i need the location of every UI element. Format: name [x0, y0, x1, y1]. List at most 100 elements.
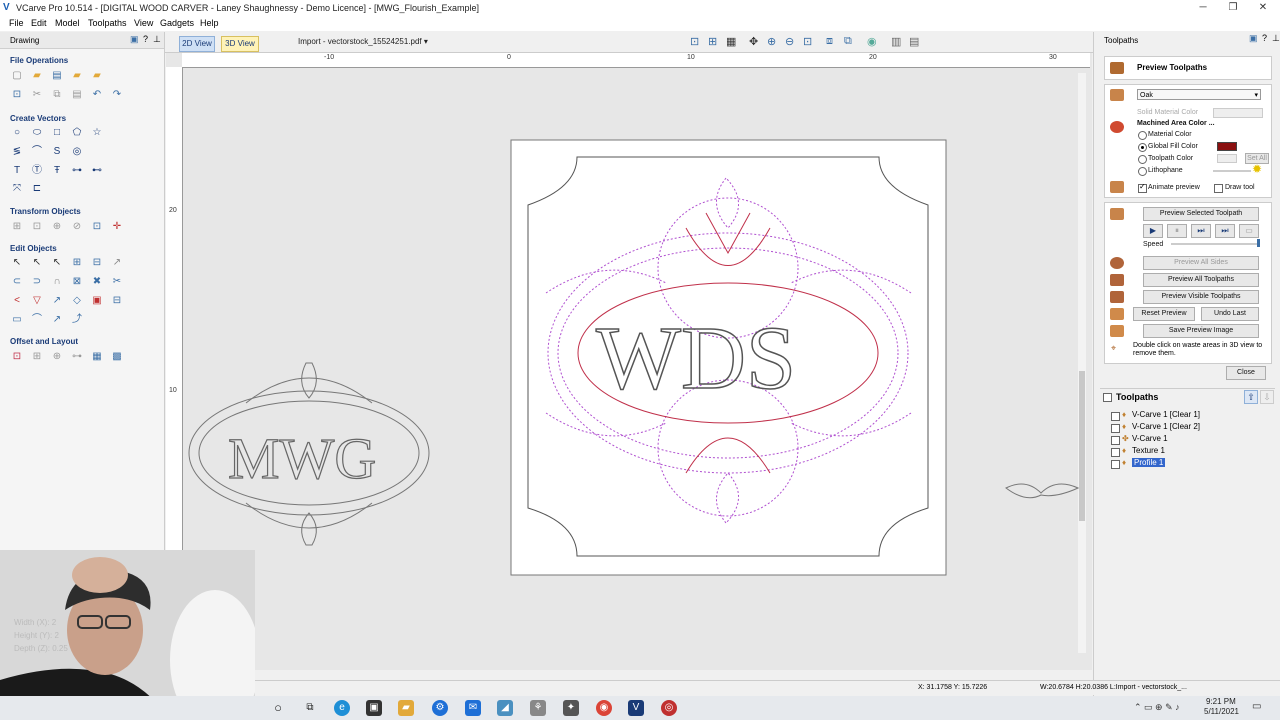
zoom-box-icon[interactable]: ⊡	[690, 35, 699, 48]
network-app-icon[interactable]: ⚘	[530, 700, 546, 716]
circle-icon[interactable]: ○	[10, 126, 24, 140]
toolpath-checkbox[interactable]	[1111, 448, 1120, 457]
pan-icon[interactable]: ✥	[749, 35, 758, 48]
menu-file[interactable]: File	[9, 18, 24, 28]
copy-icon[interactable]: ⧉	[50, 88, 64, 102]
reset-preview-button[interactable]: Reset Preview	[1133, 307, 1195, 321]
group-icon[interactable]: ⊟	[90, 256, 104, 270]
pause-icon[interactable]: ⏸	[1167, 224, 1187, 238]
curve-icon[interactable]: S	[50, 145, 64, 159]
save-preview-image-button[interactable]: Save Preview Image	[1143, 324, 1259, 338]
new-file-icon[interactable]: ▢	[10, 69, 24, 83]
tile-view-icon[interactable]: ▤	[909, 35, 919, 48]
array-copy-icon[interactable]: ⊞	[30, 350, 44, 364]
shade-icon[interactable]: ◉	[867, 35, 877, 48]
align-icon[interactable]: ⊡	[30, 220, 44, 234]
play-icon[interactable]: ▶	[1143, 224, 1163, 238]
redo-icon[interactable]: ↷	[110, 88, 124, 102]
undo-last-button[interactable]: Undo Last	[1201, 307, 1259, 321]
weld-icon[interactable]: ⊂	[10, 275, 24, 289]
ungroup-icon[interactable]: ↗	[110, 256, 124, 270]
speed-slider[interactable]	[1171, 243, 1257, 245]
toolpath-item-selected[interactable]: Profile 1	[1132, 458, 1166, 467]
join-icon[interactable]: <	[10, 294, 24, 308]
cut-icon[interactable]: ✂	[30, 88, 44, 102]
mirror-icon[interactable]: ⊘	[70, 220, 84, 234]
polyline-icon[interactable]: ≶	[10, 145, 24, 159]
vertical-scrollbar[interactable]	[1078, 73, 1086, 653]
tray-icons[interactable]: ⌃ ▭ ⊕ ✎ ♪	[1134, 702, 1180, 713]
notifications-icon[interactable]: ▭	[1252, 701, 1261, 712]
tool-app-icon[interactable]: ✦	[563, 700, 579, 716]
draw-tool-icon[interactable]: ⤧	[10, 182, 24, 196]
node-icon[interactable]: ⌒	[30, 313, 44, 327]
preview-all-sides-button[interactable]: Preview All Sides	[1143, 256, 1259, 270]
dimension-icon[interactable]: ⊶	[70, 164, 84, 178]
zoom-out-icon[interactable]: ⊖	[785, 35, 794, 48]
curve-fit-icon[interactable]: ↗	[50, 294, 64, 308]
restore-button[interactable]: ❐	[1218, 1, 1248, 15]
smart-select-icon[interactable]: ⊟	[110, 294, 124, 308]
toolpath-checkbox[interactable]	[1111, 424, 1120, 433]
mail-icon[interactable]: ✉	[465, 700, 481, 716]
file-explorer-icon[interactable]: ▰	[398, 700, 414, 716]
tab-3d-view[interactable]: 3D View	[221, 36, 259, 52]
select-icon[interactable]: ↖	[10, 256, 24, 270]
toolpath-color-swatch[interactable]	[1217, 154, 1237, 163]
tiling-icon[interactable]: ▩	[110, 350, 124, 364]
tab-2d-view[interactable]: 2D View	[179, 36, 215, 52]
text-icon[interactable]: T	[10, 164, 24, 178]
material-select[interactable]: Oak ▾	[1137, 89, 1261, 100]
global-fill-radio[interactable]	[1138, 143, 1147, 152]
chrome-icon[interactable]: ◉	[596, 700, 612, 716]
job-setup-icon[interactable]: ⊡	[10, 88, 24, 102]
edge-icon[interactable]: e	[334, 700, 350, 716]
zoom-fit-icon[interactable]: ⊡	[803, 35, 812, 48]
import-file-selector[interactable]: Import - vectorstock_15524251.pdf ▾	[298, 37, 428, 46]
vcarve-taskbar-icon[interactable]: V	[628, 700, 644, 716]
layer-icon[interactable]: ⧉	[844, 35, 852, 48]
toolpaths-list-toggle[interactable]	[1103, 393, 1112, 402]
toolpath-checkbox[interactable]	[1111, 436, 1120, 445]
move-icon[interactable]: ⊞	[10, 220, 24, 234]
toolpath-item[interactable]: V-Carve 1 [Clear 2]	[1132, 422, 1200, 431]
menu-view[interactable]: View	[134, 18, 153, 28]
material-color-radio[interactable]	[1138, 131, 1147, 140]
zoom-all-icon[interactable]: ⊞	[708, 35, 717, 48]
vectric-app-icon[interactable]: ◢	[497, 700, 513, 716]
search-icon[interactable]: ○	[270, 700, 286, 716]
ellipse-icon[interactable]: ⬭	[30, 126, 44, 140]
menu-toolpaths[interactable]: Toolpaths	[88, 18, 127, 28]
scissors-icon[interactable]: ✂	[110, 275, 124, 289]
node-edit-icon[interactable]: ↖	[30, 256, 44, 270]
animate-preview-checkbox[interactable]	[1138, 182, 1147, 193]
bezier-icon[interactable]: ▭	[10, 313, 24, 327]
minimize-button[interactable]: ─	[1188, 1, 1218, 15]
move-down-icon[interactable]: ⇩	[1260, 390, 1274, 404]
menu-edit[interactable]: Edit	[31, 18, 47, 28]
task-view-icon[interactable]: ⧉	[302, 700, 318, 716]
pin-icon[interactable]: ⊥	[1272, 33, 1280, 44]
close-preview-button[interactable]: Close	[1226, 366, 1266, 380]
lithophane-radio[interactable]	[1138, 167, 1147, 176]
transform-icon[interactable]: ↖	[50, 256, 64, 270]
skip-end-icon[interactable]: ⏭	[1215, 224, 1235, 238]
circular-array-icon[interactable]: ⊕	[50, 350, 64, 364]
paste-icon[interactable]: ▤	[70, 88, 84, 102]
rectangle-icon[interactable]: □	[50, 126, 64, 140]
zoom-in-icon[interactable]: ⊕	[767, 35, 776, 48]
toolpath-item[interactable]: V-Carve 1	[1132, 434, 1168, 443]
fix-vectors-icon[interactable]: ▣	[90, 294, 104, 308]
help-icon[interactable]: ?	[143, 34, 148, 44]
save-icon[interactable]: ▤	[50, 69, 64, 83]
move-up-icon[interactable]: ⇧	[1244, 390, 1258, 404]
toolpath-checkbox[interactable]	[1111, 460, 1120, 469]
extend-icon[interactable]: ✖	[90, 275, 104, 289]
vertical-scrollbar-thumb[interactable]	[1079, 371, 1085, 521]
toolpath-color-radio[interactable]	[1138, 155, 1147, 164]
spiral-icon[interactable]: ◎	[70, 145, 84, 159]
close-window-button[interactable]: ✕	[1248, 1, 1278, 15]
pin-icon[interactable]: ⊥	[153, 34, 161, 45]
grid-icon[interactable]: ▦	[726, 35, 736, 48]
polygon-icon[interactable]: ⬠	[70, 126, 84, 140]
